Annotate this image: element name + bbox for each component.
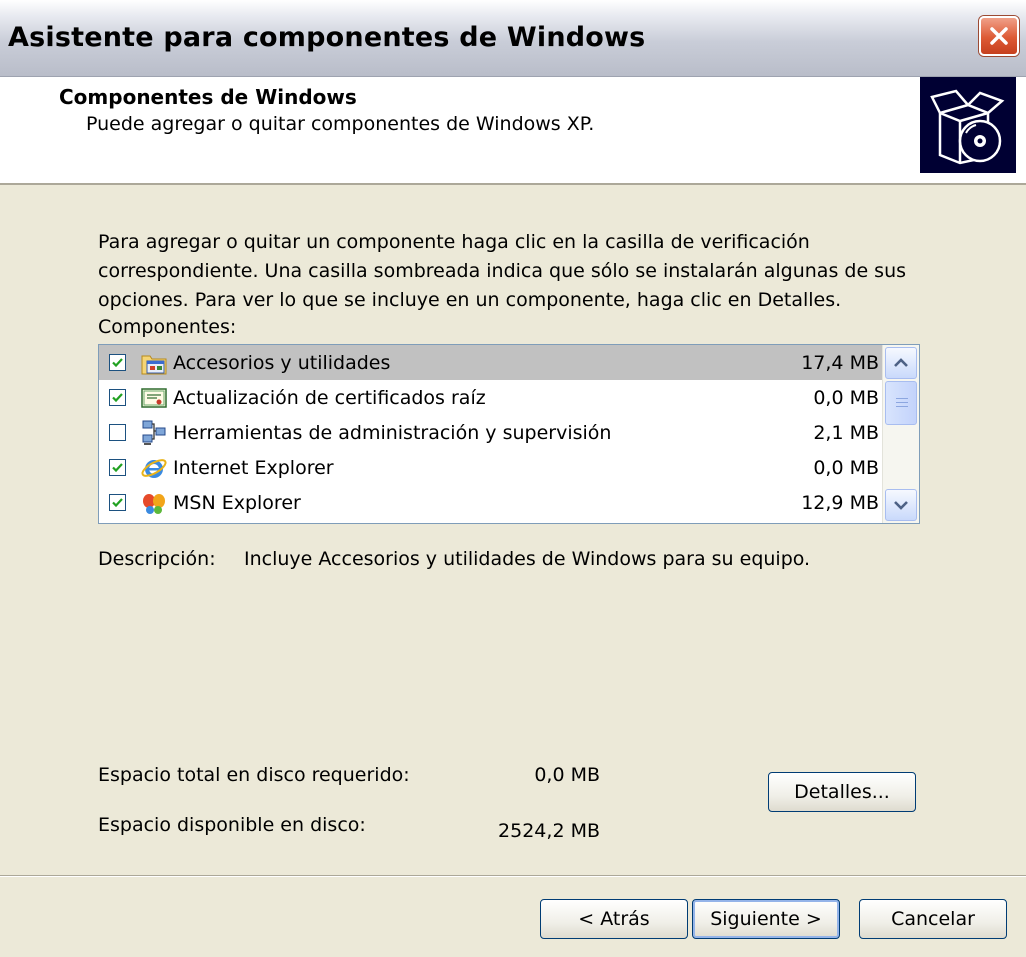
component-label: Internet Explorer — [173, 456, 334, 479]
close-icon — [990, 27, 1008, 45]
components-box-cd-icon — [920, 77, 1016, 173]
checkmark-icon — [112, 358, 123, 368]
description-text: Incluye Accesorios y utilidades de Windo… — [244, 548, 811, 570]
list-item[interactable]: MSN Explorer 12,9 MB — [99, 485, 883, 520]
list-item[interactable]: Internet Explorer 0,0 MB — [99, 450, 883, 485]
component-size: 12,9 MB — [801, 491, 879, 514]
disk-required-value: 0,0 MB — [534, 764, 600, 786]
msn-butterfly-icon — [139, 488, 169, 518]
scroll-thumb[interactable] — [885, 381, 917, 425]
header-title: Componentes de Windows — [59, 85, 357, 109]
footer-divider — [0, 875, 1026, 877]
back-button[interactable]: < Atrás — [540, 899, 688, 939]
list-item[interactable]: Accesorios y utilidades 17,4 MB — [99, 345, 883, 380]
network-tools-icon — [139, 418, 169, 448]
cancel-button[interactable]: Cancelar — [859, 899, 1007, 939]
internet-explorer-icon — [139, 453, 169, 483]
window-title: Asistente para componentes de Windows — [8, 22, 646, 53]
details-button[interactable]: Detalles... — [768, 772, 916, 812]
component-size: 0,0 MB — [813, 456, 879, 479]
components-list[interactable]: Accesorios y utilidades 17,4 MB Actualiz… — [98, 344, 920, 524]
component-size: 2,1 MB — [813, 421, 879, 444]
checkbox[interactable] — [109, 389, 126, 406]
list-item[interactable]: Herramientas de administración y supervi… — [99, 415, 883, 450]
disk-available-value: 2524,2 MB — [498, 820, 600, 842]
certificate-icon — [139, 383, 169, 413]
title-bar[interactable]: Asistente para componentes de Windows — [0, 0, 1026, 77]
vertical-scrollbar[interactable] — [882, 345, 919, 523]
wizard-header: Componentes de Windows Puede agregar o q… — [0, 77, 1026, 185]
chevron-up-icon — [894, 358, 908, 367]
disk-required-label: Espacio total en disco requerido: — [98, 764, 410, 786]
component-label: Herramientas de administración y supervi… — [173, 421, 612, 444]
component-size: 17,4 MB — [801, 351, 879, 374]
component-label: Accesorios y utilidades — [173, 351, 391, 374]
close-button[interactable] — [979, 16, 1019, 56]
checkmark-icon — [112, 393, 123, 403]
list-item[interactable]: Actualización de certificados raíz 0,0 M… — [99, 380, 883, 415]
header-subtitle: Puede agregar o quitar componentes de Wi… — [86, 113, 595, 135]
checkmark-icon — [112, 498, 123, 508]
next-button[interactable]: Siguiente > — [692, 899, 840, 939]
checkmark-icon — [112, 463, 123, 473]
intro-text: Para agregar o quitar un componente haga… — [98, 231, 907, 311]
scroll-up-button[interactable] — [885, 347, 917, 379]
scroll-down-button[interactable] — [885, 489, 917, 521]
checkbox[interactable] — [109, 424, 126, 441]
chevron-down-icon — [894, 501, 908, 510]
checkbox[interactable] — [109, 354, 126, 371]
wizard-window: Asistente para componentes de Windows Co… — [0, 0, 1026, 957]
accessories-icon — [139, 348, 169, 378]
description-label: Descripción: — [98, 548, 216, 570]
component-label: MSN Explorer — [173, 491, 301, 514]
component-size: 0,0 MB — [813, 386, 879, 409]
checkbox[interactable] — [109, 459, 126, 476]
checkbox[interactable] — [109, 494, 126, 511]
components-label: Componentes: — [98, 316, 237, 338]
disk-available-label: Espacio disponible en disco: — [98, 814, 366, 836]
component-label: Actualización de certificados raíz — [173, 386, 486, 409]
